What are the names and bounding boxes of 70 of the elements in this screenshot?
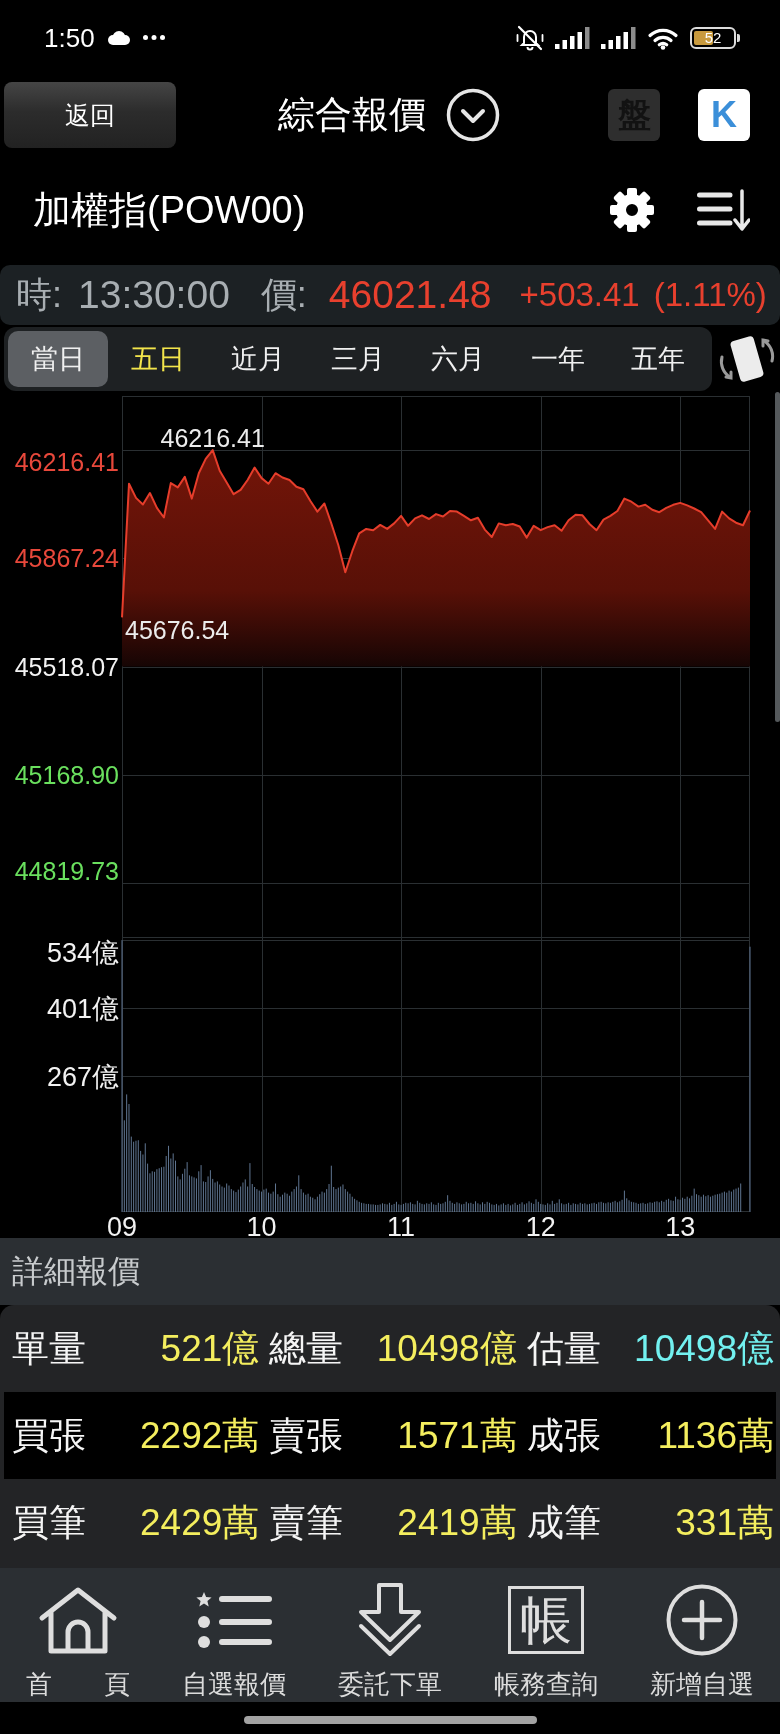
settings-icon[interactable] [610,188,654,232]
title-dropdown[interactable]: 綜合報價 [278,88,500,142]
stat-label: 買筆 [12,1500,86,1545]
stat-label: 估量 [526,1326,601,1371]
stat-label: 賣筆 [269,1500,344,1545]
y-axis-label: 45867.24 [14,544,119,573]
clock-time: 1:50 [44,22,95,53]
price-annotation: 46216.41 [160,424,265,453]
back-button[interactable]: 返回 [4,82,176,148]
y-axis-label: 45168.90 [14,760,119,789]
section-title: 詳細報價 [12,1251,140,1291]
stat-label: 賣張 [269,1413,344,1458]
stat-label: 買張 [12,1413,86,1458]
plus-circle-icon [666,1584,738,1656]
house-icon [38,1586,118,1654]
stat-value: 2419萬 [397,1500,517,1545]
price-annotation: 45676.54 [125,616,230,645]
y-axis-label: 45518.07 [14,652,119,681]
starred-list-icon [196,1592,272,1648]
period-tab[interactable]: 當日 [8,331,108,387]
stat-label: 成筆 [526,1500,601,1545]
change-percent: (1.11%) [653,276,767,314]
sort-icon[interactable] [697,188,750,232]
price-label: 價: [260,272,307,317]
stat-label: 成張 [526,1413,601,1458]
x-axis-label: 11 [387,1212,416,1238]
boxed-character-icon: 帳 [508,1586,584,1654]
muted-bell-icon [516,24,544,51]
x-axis-label: 12 [525,1212,556,1238]
nav-item[interactable]: 自選報價 [156,1568,312,1702]
stat-value: 10498億 [634,1326,774,1371]
symbol-name: 加權指(POW00) [33,187,306,233]
y-axis-label: 534億 [46,938,119,968]
stat-value: 2429萬 [140,1500,260,1545]
stat-value: 1571萬 [397,1413,517,1458]
more-dots-icon [142,35,165,40]
nav-item[interactable]: 委託下單 [312,1568,468,1702]
period-tab[interactable]: 一年 [508,331,608,387]
chevron-down-circle-icon [446,88,500,142]
signal-icon [601,26,636,49]
stat-label: 單量 [12,1326,86,1371]
signal-icon [555,26,590,49]
stat-value: 2292萬 [140,1413,260,1458]
nav-item[interactable]: 帳 帳務查詢 [468,1568,624,1702]
x-axis-label: 09 [107,1212,137,1238]
x-axis-label: 13 [665,1212,696,1238]
phone-rotate-icon[interactable] [718,333,776,385]
battery-percentage: 52 [703,28,723,47]
x-axis-label: 10 [246,1212,277,1238]
stat-value: 521億 [160,1326,260,1371]
y-axis-label: 46216.41 [14,448,119,477]
last-price: 46021.48 [328,273,492,317]
nav-item[interactable]: 新增自選 [624,1568,780,1702]
stat-label: 總量 [269,1326,344,1371]
period-tab[interactable]: 三月 [308,331,408,387]
period-tab[interactable]: 五年 [608,331,708,387]
period-tab[interactable]: 五日 [108,331,208,387]
stat-value: 1136萬 [657,1413,774,1458]
nav-item[interactable]: 首 頁 [0,1568,156,1702]
y-axis-label: 401億 [46,993,119,1024]
price-change: +503.41 [519,276,640,314]
stat-value: 331萬 [675,1500,774,1545]
quote-time: 13:30:00 [78,273,230,317]
stat-value: 10498億 [376,1326,517,1371]
period-tab[interactable]: 近月 [208,331,308,387]
y-axis-label: 44819.73 [14,856,119,885]
cloud-icon [107,30,130,45]
y-axis-label: 267億 [46,1062,119,1092]
period-tab[interactable]: 六月 [408,331,508,387]
time-label: 時: [16,272,62,317]
